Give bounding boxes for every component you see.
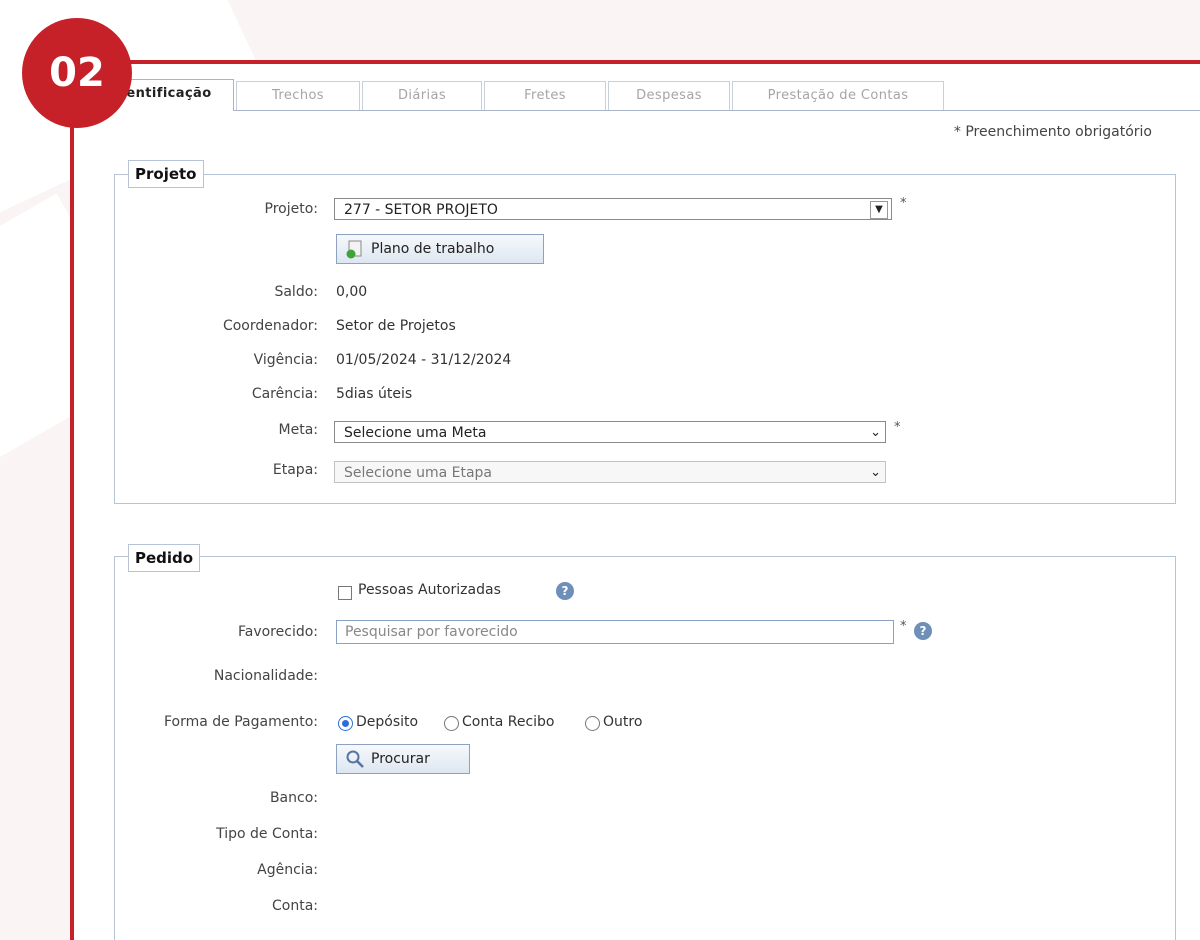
tab-trechos[interactable]: Trechos (236, 81, 360, 110)
required-note: * Preenchimento obrigatório (953, 124, 1152, 140)
meta-select-value: Selecione uma Meta (344, 425, 487, 441)
plano-de-trabalho-button[interactable]: Plano de trabalho (336, 234, 544, 264)
projeto-legend: Projeto (128, 160, 204, 188)
favorecido-label: Favorecido: (237, 624, 318, 640)
required-star: * (900, 619, 907, 634)
screenshot-frame: entificação Trechos Diárias Fretes Despe… (70, 60, 1200, 940)
help-icon[interactable]: ? (556, 582, 574, 600)
projeto-select-value: 277 - SETOR PROJETO (344, 202, 498, 218)
radio-deposito-label: Depósito (356, 714, 419, 730)
etapa-label: Etapa: (272, 462, 318, 478)
document-icon (346, 240, 362, 259)
search-icon (346, 750, 364, 768)
tab-fretes[interactable]: Fretes (484, 81, 606, 110)
projeto-select[interactable]: 277 - SETOR PROJETO ▼ (334, 198, 892, 220)
nacionalidade-label: Nacionalidade: (213, 668, 318, 684)
meta-select[interactable]: Selecione uma Meta ⌄ (334, 421, 886, 443)
pessoas-autorizadas-label: Pessoas Autorizadas (358, 582, 501, 598)
meta-label: Meta: (278, 422, 318, 438)
required-star: * (894, 420, 901, 435)
favorecido-search-input[interactable]: Pesquisar por favorecido (336, 620, 894, 644)
banco-label: Banco: (269, 790, 318, 806)
etapa-select[interactable]: Selecione uma Etapa ⌄ (334, 461, 886, 483)
coordenador-label: Coordenador: (222, 318, 318, 334)
saldo-value: 0,00 (336, 284, 368, 300)
plano-de-trabalho-label: Plano de trabalho (371, 241, 495, 257)
carencia-label: Carência: (251, 386, 318, 402)
vigencia-label: Vigência: (253, 352, 318, 368)
chevron-down-icon: ⌄ (870, 465, 881, 480)
forma-pagamento-label: Forma de Pagamento: (164, 714, 318, 730)
coordenador-value: Setor de Projetos (336, 318, 456, 334)
etapa-select-value: Selecione uma Etapa (344, 465, 493, 481)
pedido-section (114, 556, 1176, 940)
step-badge: 02 (22, 18, 132, 128)
radio-outro[interactable] (585, 716, 600, 731)
help-icon[interactable]: ? (914, 622, 932, 640)
saldo-label: Saldo: (274, 284, 318, 300)
chevron-down-icon: ⌄ (870, 425, 881, 440)
radio-conta-recibo[interactable] (444, 716, 459, 731)
dropdown-icon: ▼ (870, 201, 888, 219)
pedido-legend: Pedido (128, 544, 201, 572)
projeto-label: Projeto: (264, 201, 318, 217)
radio-outro-label: Outro (603, 714, 643, 730)
procurar-label: Procurar (371, 751, 430, 767)
procurar-button[interactable]: Procurar (336, 744, 470, 774)
tab-bar: entificação Trechos Diárias Fretes Despe… (104, 78, 1200, 111)
radio-conta-recibo-label: Conta Recibo (462, 714, 555, 730)
tab-prestacao-de-contas[interactable]: Prestação de Contas (732, 81, 944, 110)
conta-label: Conta: (272, 898, 318, 914)
projeto-section (114, 174, 1176, 504)
agencia-label: Agência: (257, 862, 318, 878)
vigencia-value: 01/05/2024 - 31/12/2024 (336, 352, 512, 368)
tab-despesas[interactable]: Despesas (608, 81, 730, 110)
tab-diarias[interactable]: Diárias (362, 81, 482, 110)
radio-deposito[interactable] (338, 716, 353, 731)
carencia-value: 5dias úteis (336, 386, 413, 402)
required-star: * (900, 196, 907, 211)
tipo-conta-label: Tipo de Conta: (216, 826, 318, 842)
pessoas-autorizadas-checkbox[interactable] (338, 586, 352, 600)
